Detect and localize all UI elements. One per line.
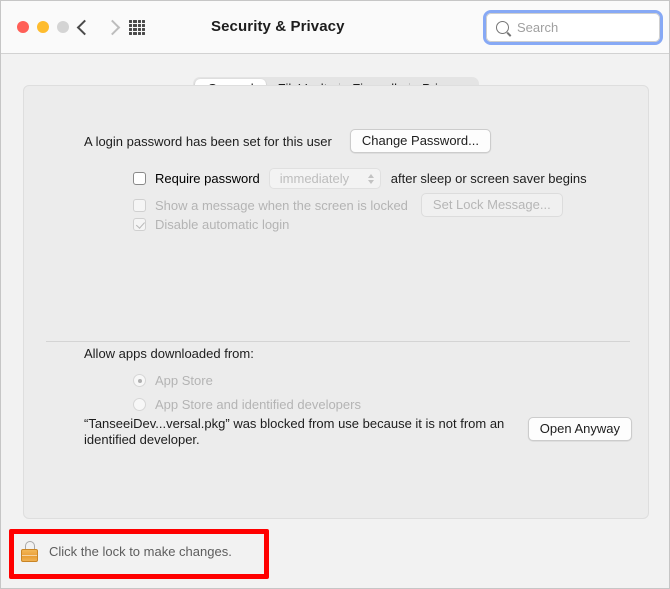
title-bar: Security & Privacy Search bbox=[1, 1, 669, 54]
radio-identified-developers-label: App Store and identified developers bbox=[155, 397, 361, 412]
forward-chevron-icon[interactable] bbox=[103, 15, 127, 39]
lock-hint-text: Click the lock to make changes. bbox=[49, 544, 232, 559]
general-settings-panel: A login password has been set for this u… bbox=[23, 85, 649, 519]
search-input[interactable]: Search bbox=[486, 13, 660, 42]
close-window-button[interactable] bbox=[17, 21, 29, 33]
navigation-buttons bbox=[71, 15, 127, 39]
set-lock-message-button[interactable]: Set Lock Message... bbox=[420, 193, 563, 217]
require-password-interval-select[interactable]: immediately bbox=[268, 168, 381, 189]
minimize-window-button[interactable] bbox=[37, 21, 49, 33]
disable-auto-login-label: Disable automatic login bbox=[155, 217, 290, 232]
source-option-app-store[interactable]: App Store bbox=[133, 373, 213, 388]
radio-app-store[interactable] bbox=[133, 374, 146, 387]
window-controls bbox=[17, 21, 69, 33]
change-password-button[interactable]: Change Password... bbox=[349, 129, 491, 153]
radio-identified-developers[interactable] bbox=[133, 398, 146, 411]
blocked-app-notice: “TanseeiDev...versal.pkg” was blocked fr… bbox=[84, 416, 505, 447]
show-all-grid-icon[interactable] bbox=[129, 20, 145, 35]
preferences-window: Security & Privacy Search General FileVa… bbox=[0, 0, 670, 589]
search-icon bbox=[496, 21, 509, 34]
open-anyway-button[interactable]: Open Anyway bbox=[527, 417, 632, 441]
page-title: Security & Privacy bbox=[211, 18, 345, 35]
blocked-app-notice-row: “TanseeiDev...versal.pkg” was blocked fr… bbox=[84, 416, 632, 448]
lock-message-label: Show a message when the screen is locked bbox=[155, 197, 408, 213]
require-password-interval-value: immediately bbox=[279, 171, 350, 186]
maximize-window-button[interactable] bbox=[57, 21, 69, 33]
disable-auto-login-checkbox[interactable] bbox=[133, 218, 146, 231]
chevron-updown-icon bbox=[367, 173, 374, 184]
source-option-identified-developers[interactable]: App Store and identified developers bbox=[133, 397, 361, 412]
lock-message-checkbox[interactable] bbox=[133, 198, 146, 212]
section-divider bbox=[46, 341, 630, 342]
require-password-row: Require password immediately after sleep… bbox=[133, 168, 587, 189]
require-password-label: Require password bbox=[155, 171, 260, 186]
lock-icon[interactable] bbox=[21, 541, 38, 562]
search-placeholder: Search bbox=[517, 20, 559, 35]
back-chevron-icon[interactable] bbox=[71, 15, 95, 39]
disable-auto-login-row: Disable automatic login bbox=[133, 217, 289, 232]
search-field-focus-ring: Search bbox=[483, 10, 663, 45]
radio-app-store-label: App Store bbox=[155, 373, 213, 388]
lock-message-row: Show a message when the screen is locked… bbox=[133, 193, 563, 217]
require-password-checkbox[interactable] bbox=[133, 172, 146, 185]
login-password-status: A login password has been set for this u… bbox=[84, 133, 332, 149]
lock-control[interactable]: Click the lock to make changes. bbox=[21, 541, 232, 562]
require-password-after-text: after sleep or screen saver begins bbox=[390, 171, 587, 186]
login-password-row: A login password has been set for this u… bbox=[84, 129, 491, 153]
allow-apps-label: Allow apps downloaded from: bbox=[84, 346, 254, 361]
footer-bar: Click the lock to make changes. Advanced… bbox=[1, 525, 669, 588]
